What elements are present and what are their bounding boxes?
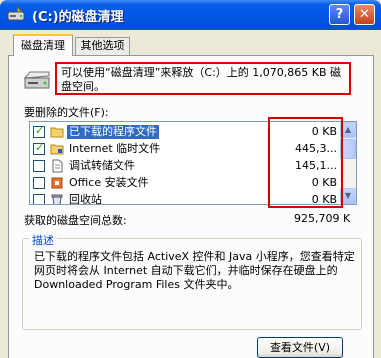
view-files-button[interactable]: 查看文件(V)	[257, 337, 343, 358]
file-name: 调试转储文件	[69, 159, 135, 172]
folder-lock-icon	[50, 144, 64, 155]
total-space-value: 925,709 K	[294, 212, 351, 225]
file-name: 已下载的程序文件	[67, 125, 159, 139]
files-to-delete-label: 要删除的文件(F):	[24, 106, 109, 119]
files-list[interactable]: 已下载的程序文件 0 KB Internet 临时文件 445,3... 调试转…	[29, 121, 357, 205]
scroll-thumb[interactable]	[340, 139, 356, 159]
tab-more-options[interactable]: 其他选项	[75, 37, 130, 55]
tab-disk-cleanup[interactable]: 磁盘清理	[13, 34, 73, 56]
file-size: 0 KB	[311, 176, 337, 189]
list-item[interactable]: 回收站 0 KB	[30, 192, 341, 205]
file-size: 145,1...	[295, 159, 337, 172]
office-icon	[51, 177, 63, 189]
checkbox[interactable]	[33, 160, 45, 172]
checkbox[interactable]	[33, 177, 45, 189]
list-item[interactable]: 调试转储文件 145,1...	[30, 158, 341, 174]
intro-text: 可以使用“磁盘清理”来释放（C:）上的 1,070,865 KB 磁盘空间。	[55, 62, 351, 95]
list-scrollbar[interactable]: ▲ ▼	[340, 122, 356, 204]
file-name: Office 安装文件	[69, 176, 149, 189]
document-icon	[52, 159, 63, 173]
folder-icon	[50, 127, 64, 138]
title-bar[interactable]: (C:)的磁盘清理 ? ✕	[0, 0, 381, 30]
list-item[interactable]: Office 安装文件 0 KB	[30, 175, 341, 191]
close-button[interactable]: ✕	[354, 4, 375, 25]
file-name: 回收站	[69, 193, 102, 205]
description-title: 描述	[29, 232, 57, 248]
file-size: 445,3...	[295, 142, 337, 155]
list-item[interactable]: Internet 临时文件 445,3...	[30, 141, 341, 157]
recycle-bin-icon	[51, 194, 63, 204]
checkbox[interactable]	[33, 194, 45, 204]
list-item[interactable]: 已下载的程序文件 0 KB	[30, 124, 341, 140]
checkbox[interactable]	[33, 141, 45, 155]
disk-cleanup-icon	[7, 6, 25, 21]
file-size: 0 KB	[311, 125, 337, 138]
checkbox[interactable]	[33, 124, 45, 138]
help-button[interactable]: ?	[329, 4, 350, 25]
scroll-down-button[interactable]: ▼	[340, 188, 356, 204]
description-text: 已下载的程序文件包括 ActiveX 控件和 Java 小程序，您查看特定网页时…	[34, 250, 355, 291]
hard-drive-icon	[23, 71, 50, 89]
file-size: 0 KB	[311, 193, 337, 205]
file-name: Internet 临时文件	[69, 142, 161, 155]
window-title: (C:)的磁盘清理	[32, 10, 124, 25]
total-space-label: 获取的磁盘空间总数:	[24, 214, 127, 227]
scroll-up-button[interactable]: ▲	[340, 122, 356, 138]
